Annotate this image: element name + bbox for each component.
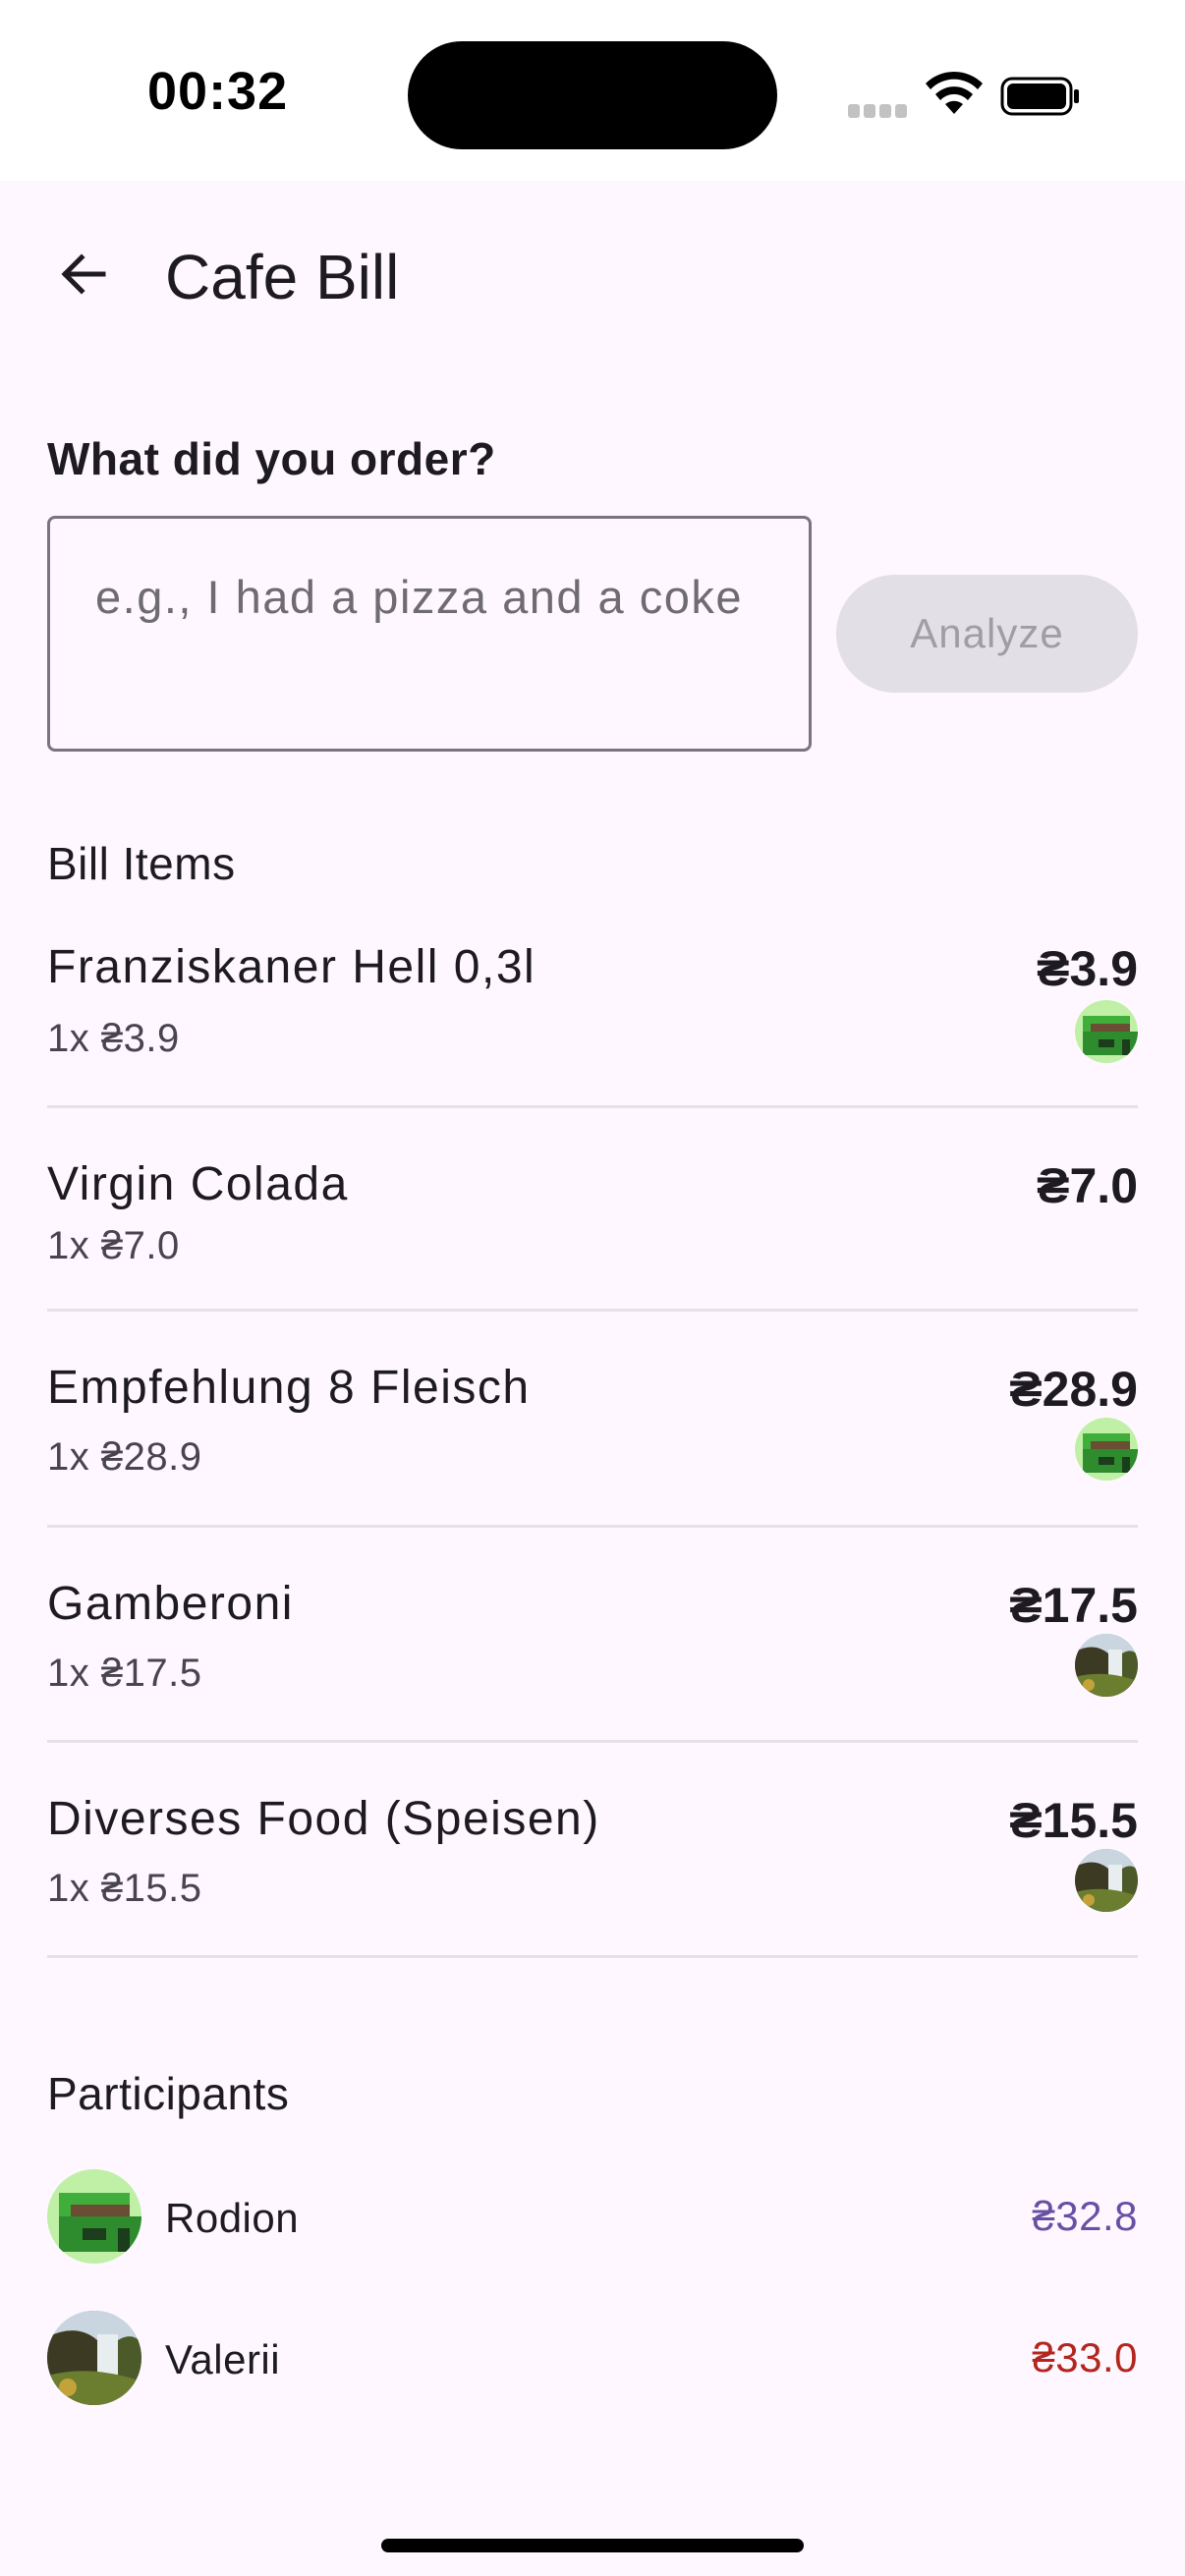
- landscape-avatar-icon: [1075, 1849, 1138, 1912]
- pixel-avatar-icon: [47, 2169, 141, 2264]
- status-bar: 00:32: [0, 0, 1185, 181]
- item-total: ₴15.5: [1009, 1793, 1138, 1848]
- item-quantity: 1x ₴28.9: [47, 1435, 202, 1479]
- bill-item[interactable]: Gamberoni 1x ₴17.5 ₴17.5: [47, 1575, 1138, 1743]
- bill-item[interactable]: Empfehlung 8 Fleisch 1x ₴28.9 ₴28.9: [47, 1359, 1138, 1528]
- home-indicator[interactable]: [381, 2539, 804, 2552]
- landscape-avatar-icon: [1075, 1634, 1138, 1697]
- pixel-avatar-icon: [1075, 1000, 1138, 1063]
- item-total: ₴3.9: [1037, 941, 1138, 996]
- item-quantity: 1x ₴17.5: [47, 1652, 202, 1695]
- assignee-avatar[interactable]: [1075, 1418, 1138, 1481]
- item-name: Empfehlung 8 Fleisch: [47, 1362, 531, 1414]
- home-indicator-area: [0, 2478, 1185, 2576]
- participant-avatar: [47, 2311, 141, 2405]
- item-total: ₴7.0: [1037, 1158, 1138, 1213]
- order-question-label: What did you order?: [47, 433, 496, 484]
- item-name: Franziskaner Hell 0,3l: [47, 941, 536, 993]
- participant-row[interactable]: Valerii ₴33.0: [47, 2311, 1138, 2409]
- participant-amount: ₴33.0: [1032, 2334, 1138, 2380]
- page-title: Cafe Bill: [165, 242, 400, 312]
- order-input[interactable]: e.g., I had a pizza and a coke: [47, 516, 812, 752]
- analyze-button[interactable]: Analyze: [836, 575, 1138, 693]
- dynamic-island: [408, 41, 777, 149]
- item-total: ₴28.9: [1009, 1362, 1138, 1417]
- participant-row[interactable]: Rodion ₴32.8: [47, 2169, 1138, 2268]
- assignee-avatar[interactable]: [1075, 1634, 1138, 1697]
- bill-item[interactable]: Virgin Colada 1x ₴7.0 ₴7.0: [47, 1155, 1138, 1312]
- participant-amount: ₴32.8: [1032, 2193, 1138, 2239]
- pixel-avatar-icon: [1075, 1418, 1138, 1481]
- item-name: Gamberoni: [47, 1578, 294, 1630]
- item-quantity: 1x ₴7.0: [47, 1224, 180, 1267]
- assignee-avatar[interactable]: [1075, 1849, 1138, 1912]
- status-time: 00:32: [147, 62, 289, 121]
- order-input-placeholder: e.g., I had a pizza and a coke: [95, 571, 744, 623]
- bill-items-title: Bill Items: [47, 838, 236, 889]
- participant-avatar: [47, 2169, 141, 2264]
- battery-icon: [1000, 77, 1079, 116]
- cellular-signal-icon: [848, 104, 907, 118]
- landscape-avatar-icon: [47, 2311, 141, 2405]
- participants-title: Participants: [47, 2068, 290, 2119]
- bill-item[interactable]: Franziskaner Hell 0,3l 1x ₴3.9 ₴3.9: [47, 938, 1138, 1108]
- participant-name: Valerii: [165, 2336, 281, 2382]
- participant-name: Rodion: [165, 2195, 300, 2241]
- arrow-back-icon: [61, 253, 106, 295]
- item-total: ₴17.5: [1009, 1578, 1138, 1633]
- item-name: Diverses Food (Speisen): [47, 1793, 600, 1845]
- bill-item[interactable]: Diverses Food (Speisen) 1x ₴15.5 ₴15.5: [47, 1790, 1138, 1958]
- item-quantity: 1x ₴3.9: [47, 1017, 180, 1060]
- assignee-avatar[interactable]: [1075, 1000, 1138, 1063]
- item-name: Virgin Colada: [47, 1158, 349, 1210]
- item-quantity: 1x ₴15.5: [47, 1867, 202, 1910]
- back-button[interactable]: [39, 230, 128, 318]
- wifi-icon: [926, 71, 983, 114]
